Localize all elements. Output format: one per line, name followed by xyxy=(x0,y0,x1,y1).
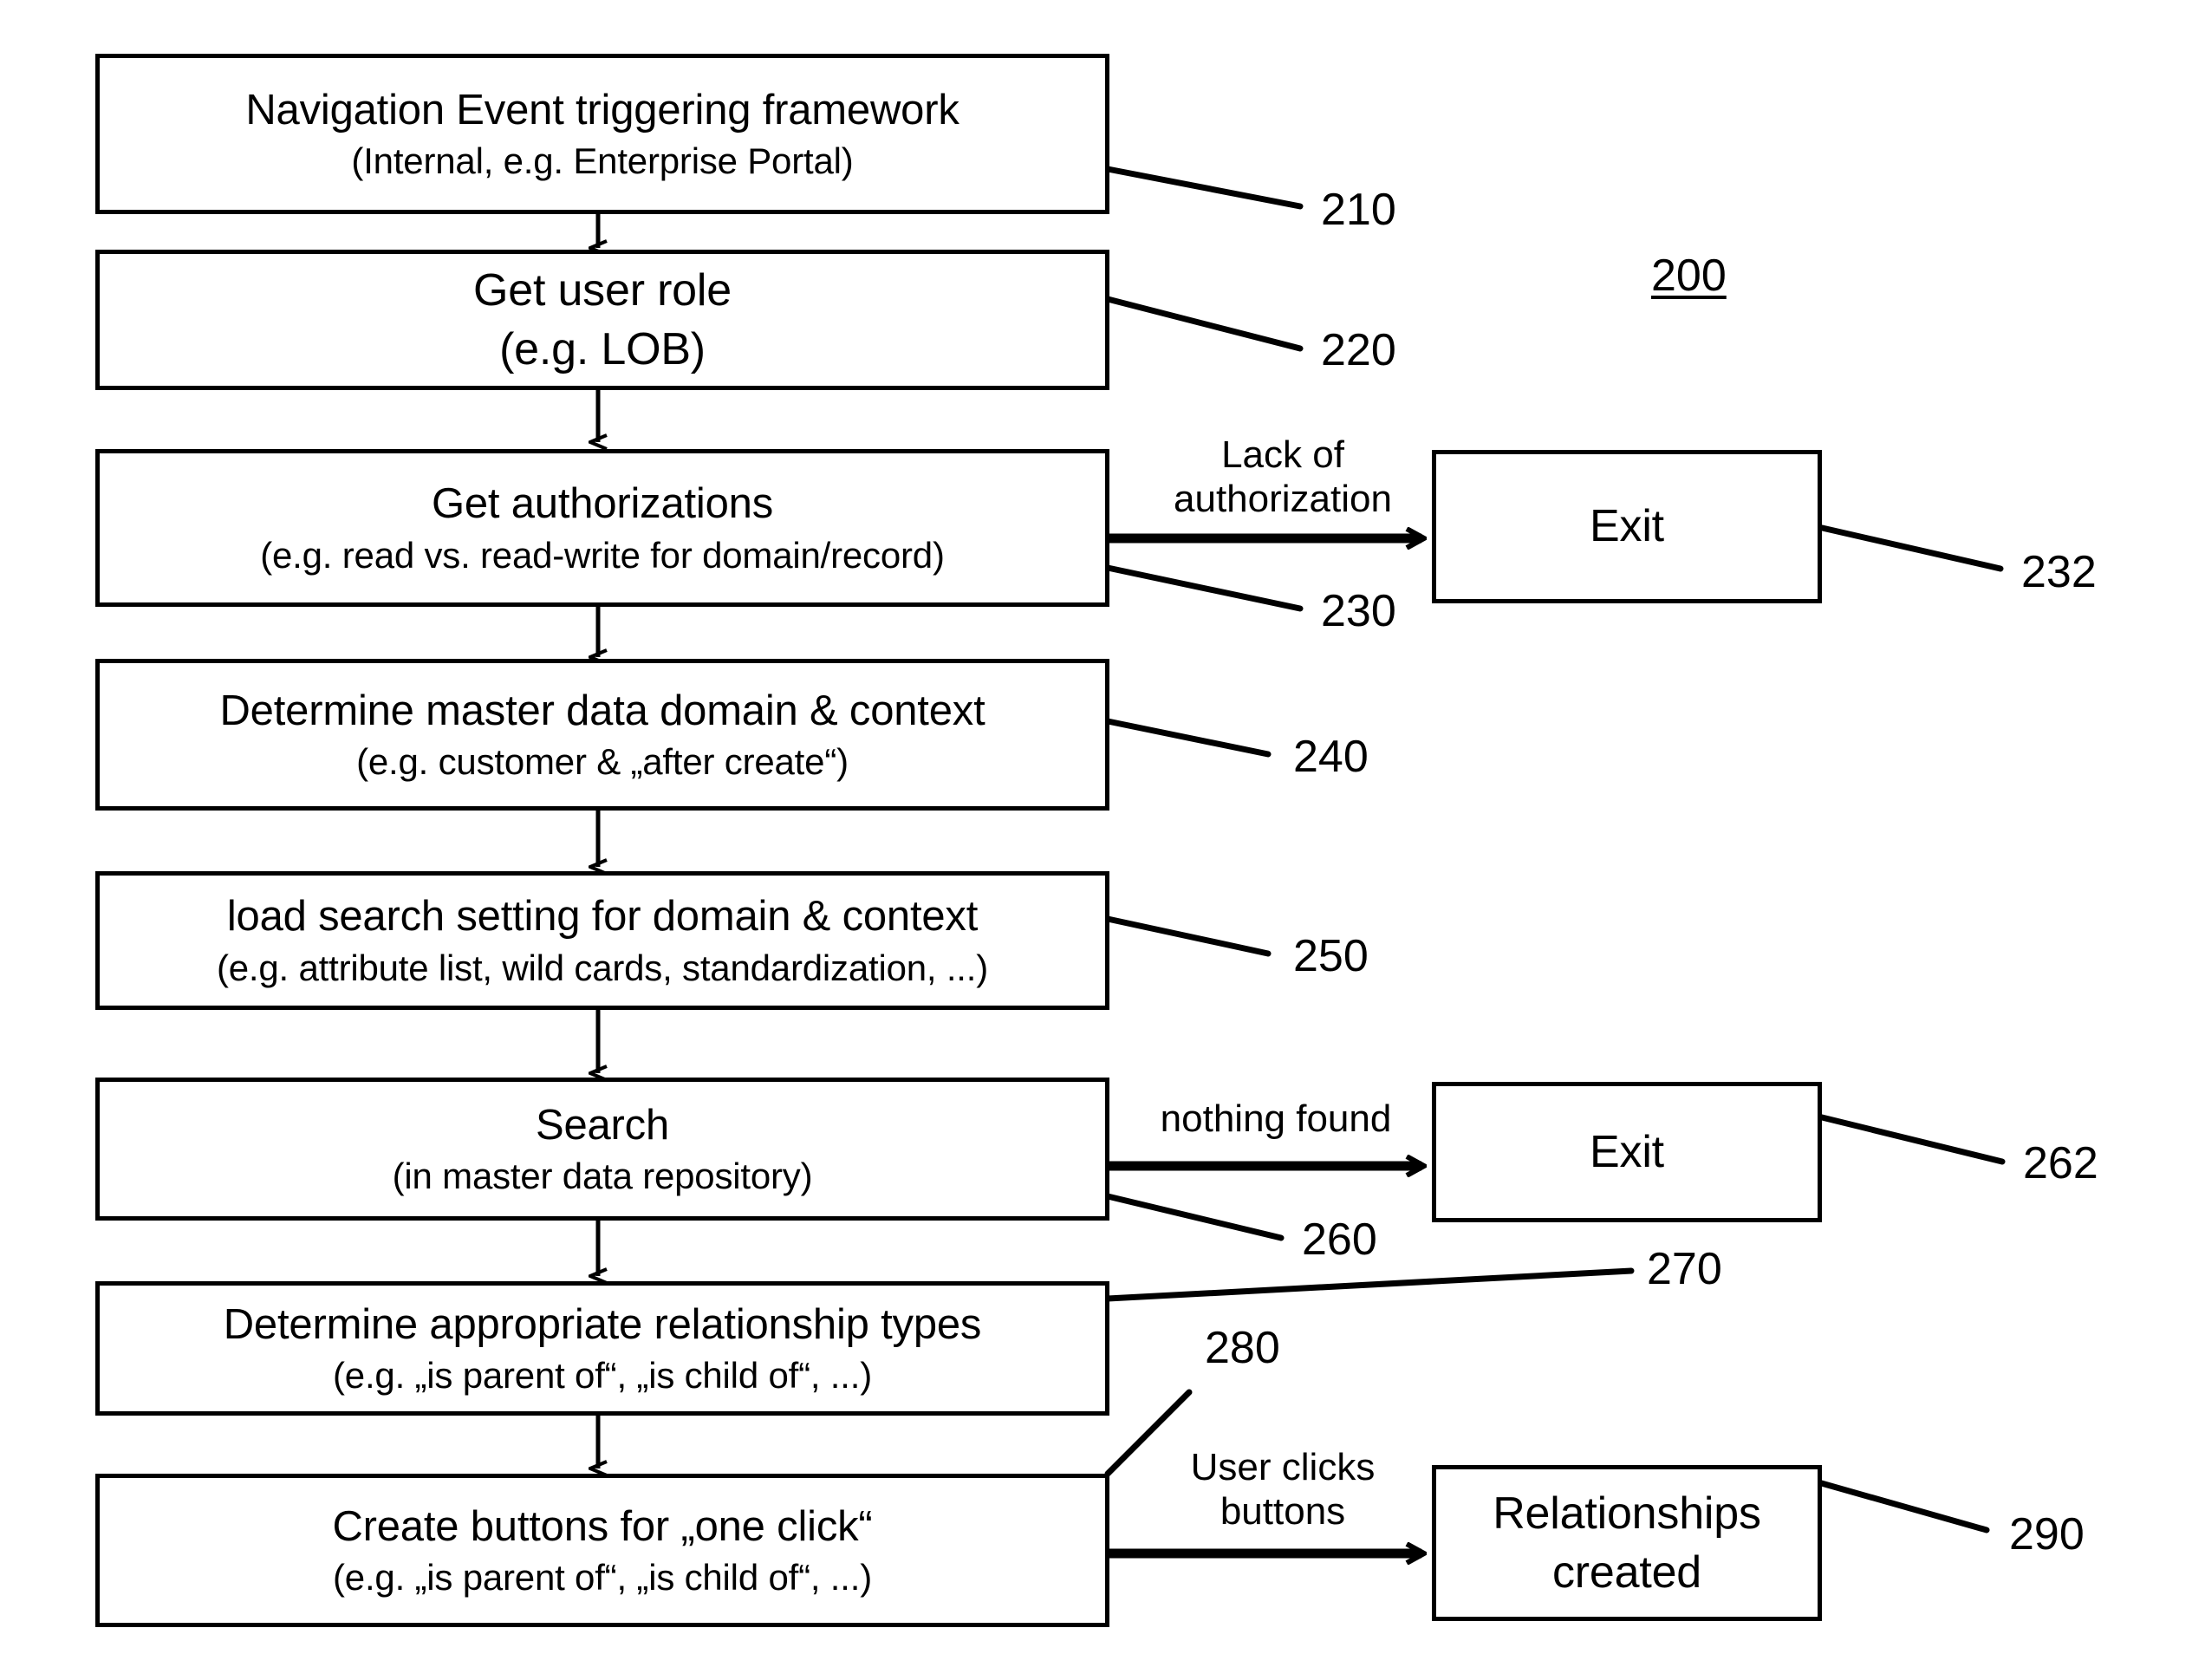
reference-numeral-280: 280 xyxy=(1205,1323,1280,1373)
leader-220 xyxy=(1104,296,1304,352)
edge-label-user-clicks-buttons-line2: buttons xyxy=(1220,1489,1346,1533)
node-determine-domain-context: Determine master data domain & context (… xyxy=(95,659,1109,811)
node-relationships-created-line2: created xyxy=(1551,1547,1702,1598)
leader-250 xyxy=(1104,915,1272,957)
node-create-buttons-line2: (e.g. „is parent of“, „is child of“, ...… xyxy=(333,1557,872,1599)
reference-numeral-230: 230 xyxy=(1321,586,1396,636)
node-load-search-setting-line1: load search setting for domain & context xyxy=(226,893,979,941)
node-determine-relationship-types-line2: (e.g. „is parent of“, „is child of“, ...… xyxy=(333,1355,872,1397)
node-relationships-created: Relationships created xyxy=(1432,1465,1822,1621)
edge-label-user-clicks-buttons: User clicks buttons xyxy=(1153,1446,1413,1533)
reference-numeral-210: 210 xyxy=(1321,185,1396,235)
leader-240 xyxy=(1104,718,1272,758)
node-load-search-setting-line2: (e.g. attribute list, wild cards, standa… xyxy=(216,947,989,988)
edge-label-lack-of-authorization-line1: Lack of xyxy=(1221,433,1344,476)
reference-numeral-232: 232 xyxy=(2021,547,2097,597)
reference-numeral-270: 270 xyxy=(1647,1244,1722,1294)
node-navigation-event-line1: Navigation Event triggering framework xyxy=(245,86,959,133)
node-determine-relationship-types-line1: Determine appropriate relationship types xyxy=(223,1300,982,1348)
node-navigation-event-line2: (Internal, e.g. Enterprise Portal) xyxy=(351,140,854,182)
leader-290 xyxy=(1815,1479,1990,1533)
leader-262 xyxy=(1815,1113,2006,1165)
leader-232 xyxy=(1815,524,2004,572)
node-create-buttons-line1: Create buttons for „one click“ xyxy=(332,1502,873,1550)
leader-230 xyxy=(1104,564,1304,612)
node-exit-nothing-found-label: Exit xyxy=(1590,1126,1664,1177)
leader-260 xyxy=(1104,1193,1285,1241)
node-navigation-event: Navigation Event triggering framework (I… xyxy=(95,54,1109,214)
node-create-buttons: Create buttons for „one click“ (e.g. „is… xyxy=(95,1474,1109,1627)
patent-figure-flowchart: Navigation Event triggering framework (I… xyxy=(0,0,2192,1680)
edge-label-lack-of-authorization: Lack of authorization xyxy=(1153,433,1413,521)
node-exit-lack-of-authorization-label: Exit xyxy=(1590,501,1664,552)
node-load-search-setting: load search setting for domain & context… xyxy=(95,871,1109,1010)
node-exit-nothing-found: Exit xyxy=(1432,1082,1822,1222)
node-search-line2: (in master data repository) xyxy=(392,1156,813,1197)
reference-numeral-290: 290 xyxy=(2009,1509,2085,1560)
node-determine-relationship-types: Determine appropriate relationship types… xyxy=(95,1281,1109,1416)
node-search-line1: Search xyxy=(535,1101,670,1149)
edge-label-lack-of-authorization-line2: authorization xyxy=(1174,477,1392,520)
edge-label-user-clicks-buttons-line1: User clicks xyxy=(1190,1446,1376,1488)
edge-label-nothing-found-line1: nothing found xyxy=(1160,1097,1392,1140)
node-determine-domain-context-line1: Determine master data domain & context xyxy=(219,687,985,734)
node-relationships-created-line1: Relationships xyxy=(1493,1488,1761,1539)
reference-numeral-260: 260 xyxy=(1302,1214,1377,1265)
reference-numeral-250: 250 xyxy=(1293,931,1369,981)
node-get-authorizations: Get authorizations (e.g. read vs. read-w… xyxy=(95,449,1109,607)
edge-label-nothing-found: nothing found xyxy=(1137,1097,1415,1142)
node-get-authorizations-line1: Get authorizations xyxy=(431,480,774,528)
reference-numeral-220: 220 xyxy=(1321,325,1396,375)
node-get-authorizations-line2: (e.g. read vs. read-write for domain/rec… xyxy=(260,534,945,576)
reference-numeral-200: 200 xyxy=(1651,251,1727,301)
leader-270 xyxy=(1104,1267,1635,1302)
node-determine-domain-context-line2: (e.g. customer & „after create“) xyxy=(356,741,849,783)
leader-210 xyxy=(1104,166,1304,210)
node-get-user-role: Get user role (e.g. LOB) xyxy=(95,250,1109,390)
reference-numeral-262: 262 xyxy=(2023,1138,2098,1188)
node-exit-lack-of-authorization: Exit xyxy=(1432,450,1822,603)
node-get-user-role-line1: Get user role xyxy=(473,264,732,316)
reference-numeral-240: 240 xyxy=(1293,732,1369,782)
node-search: Search (in master data repository) xyxy=(95,1078,1109,1221)
node-get-user-role-line2: (e.g. LOB) xyxy=(499,324,706,374)
